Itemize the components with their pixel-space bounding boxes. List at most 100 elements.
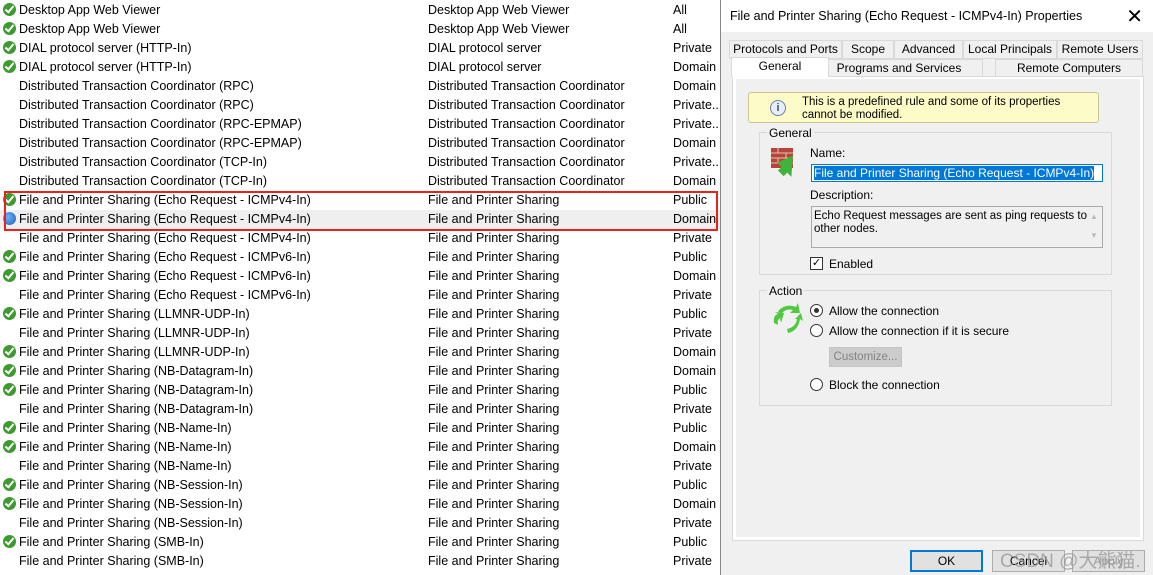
customize-button[interactable]: Customize... [829, 347, 902, 367]
rule-profile: Domain [673, 345, 717, 359]
enabled-check-icon [3, 421, 16, 434]
rule-profile: All [673, 22, 687, 36]
table-row[interactable]: Distributed Transaction Coordinator (RPC… [0, 115, 722, 134]
tab-local-principals[interactable]: Local Principals [963, 40, 1057, 59]
rule-name: Desktop App Web Viewer [19, 22, 161, 36]
tab-general[interactable]: General [731, 57, 829, 77]
rule-name: Distributed Transaction Coordinator (RPC… [19, 117, 302, 131]
enabled-check-icon [3, 269, 16, 282]
title-bar: File and Printer Sharing (Echo Request -… [721, 0, 1153, 32]
enabled-label[interactable]: Enabled [829, 257, 873, 271]
rule-name: File and Printer Sharing (SMB-In) [19, 535, 204, 549]
highlight-box [4, 191, 718, 231]
rule-group: Desktop App Web Viewer [428, 3, 570, 17]
table-row[interactable]: File and Printer Sharing (Echo Request -… [0, 267, 720, 286]
table-row[interactable]: DIAL protocol server (HTTP-In) DIAL proto… [0, 58, 720, 77]
rule-profile: Private [673, 231, 712, 245]
tab-advanced[interactable]: Advanced [894, 40, 963, 59]
table-row[interactable]: File and Printer Sharing (Echo Request -… [0, 248, 720, 267]
table-row[interactable]: File and Printer Sharing (NB-Session-In)… [0, 514, 720, 533]
table-row[interactable]: Distributed Transaction Coordinator (TCP… [0, 153, 723, 172]
general-group: General Name: File and Printer Sharing (… [759, 126, 1112, 275]
rule-group: File and Printer Sharing [428, 250, 560, 264]
table-row[interactable]: File and Printer Sharing (LLMNR-UDP-In) F… [0, 305, 720, 324]
table-row[interactable]: File and Printer Sharing (NB-Datagram-In… [0, 400, 720, 419]
rule-group: DIAL protocol server [428, 60, 542, 74]
enabled-checkbox[interactable]: ✓ [810, 257, 823, 270]
rule-profile: Domain [673, 364, 717, 378]
rule-group: Desktop App Web Viewer [428, 22, 570, 36]
description-field[interactable]: Echo Request messages are sent as ping r… [811, 206, 1103, 248]
rule-group: File and Printer Sharing [428, 478, 560, 492]
rule-profile: Private [673, 41, 712, 55]
rule-group: File and Printer Sharing [428, 307, 560, 321]
close-icon[interactable]: ✕ [1126, 4, 1143, 29]
action-arrows-icon [773, 303, 803, 333]
table-row[interactable]: File and Printer Sharing (NB-Datagram-In… [0, 381, 720, 400]
name-field[interactable]: File and Printer Sharing (Echo Request -… [811, 164, 1103, 182]
table-row[interactable]: Distributed Transaction Coordinator (TCP… [0, 172, 720, 191]
allow-radio[interactable] [810, 304, 823, 317]
table-row[interactable]: File and Printer Sharing (NB-Name-In) Fil… [0, 457, 720, 476]
watermark: CSDN @大熊猫. [1000, 551, 1141, 572]
rule-group: File and Printer Sharing [428, 288, 560, 302]
table-row[interactable]: File and Printer Sharing (NB-Session-In)… [0, 476, 720, 495]
table-row[interactable]: Desktop App Web Viewer Desktop App Web Vi… [0, 1, 720, 20]
rule-group: File and Printer Sharing [428, 402, 560, 416]
table-row[interactable]: Distributed Transaction Coordinator (RPC… [0, 77, 720, 96]
rule-name: File and Printer Sharing (NB-Datagram-In… [19, 364, 254, 378]
table-row[interactable]: File and Printer Sharing (NB-Name-In) Fil… [0, 419, 720, 438]
table-row[interactable]: File and Printer Sharing (LLMNR-UDP-In) F… [0, 343, 720, 362]
table-row[interactable]: File and Printer Sharing (NB-Session-In)… [0, 495, 720, 514]
description-scrollbar[interactable]: ▲ ▼ [1086, 207, 1102, 247]
rule-profile: Private [673, 326, 712, 340]
tab-remote-users[interactable]: Remote Users [1057, 40, 1143, 59]
action-legend: Action [767, 284, 805, 298]
rule-group: Distributed Transaction Coordinator [428, 155, 625, 169]
rule-name: File and Printer Sharing (SMB-In) [19, 554, 204, 568]
table-row[interactable]: Distributed Transaction Coordinator (RPC… [0, 134, 720, 153]
enabled-check-icon [3, 345, 16, 358]
rule-name: File and Printer Sharing (NB-Session-In) [19, 516, 243, 530]
rule-profile: Private... [673, 155, 723, 169]
block-radio[interactable] [810, 378, 823, 391]
firewall-rules-list: Desktop App Web Viewer Desktop App Web Vi… [0, 1, 723, 571]
table-row[interactable]: File and Printer Sharing (NB-Name-In) Fil… [0, 438, 720, 457]
enabled-check-icon [3, 440, 16, 453]
rule-group: Distributed Transaction Coordinator [428, 174, 625, 188]
table-row[interactable]: File and Printer Sharing (SMB-In) File an… [0, 533, 720, 552]
rule-group: Distributed Transaction Coordinator [428, 117, 625, 131]
rule-group: File and Printer Sharing [428, 440, 560, 454]
allow-secure-radio[interactable] [810, 324, 823, 337]
table-row[interactable]: File and Printer Sharing (SMB-In) File an… [0, 552, 720, 571]
table-row[interactable]: File and Printer Sharing (Echo Request -… [0, 286, 720, 305]
rule-name: File and Printer Sharing (NB-Datagram-In… [19, 402, 254, 416]
rule-name: File and Printer Sharing (NB-Session-In) [19, 478, 243, 492]
rule-group: Distributed Transaction Coordinator [428, 79, 625, 93]
table-row[interactable]: Distributed Transaction Coordinator (RPC… [0, 96, 722, 115]
rule-group: File and Printer Sharing [428, 326, 560, 340]
table-row[interactable]: File and Printer Sharing (LLMNR-UDP-In) F… [0, 324, 720, 343]
rule-group: File and Printer Sharing [428, 383, 560, 397]
tab-panel-general: i This is a predefined rule and some of … [732, 76, 1144, 541]
ok-button[interactable]: OK [910, 550, 983, 572]
rule-name: File and Printer Sharing (NB-Name-In) [19, 421, 232, 435]
block-label[interactable]: Block the connection [829, 378, 940, 392]
table-row[interactable]: File and Printer Sharing (Echo Request -… [0, 229, 720, 248]
info-text: This is a predefined rule and some of it… [802, 96, 1061, 121]
rule-name: File and Printer Sharing (Echo Request -… [19, 288, 311, 302]
enabled-check-icon [3, 478, 16, 491]
rule-name: File and Printer Sharing (NB-Name-In) [19, 459, 232, 473]
rule-name: Distributed Transaction Coordinator (RPC… [19, 136, 302, 150]
allow-label[interactable]: Allow the connection [829, 304, 939, 318]
rule-profile: Public [673, 421, 708, 435]
allow-secure-label[interactable]: Allow the connection if it is secure [829, 324, 1009, 338]
rule-profile: Public [673, 535, 708, 549]
table-row[interactable]: Desktop App Web Viewer Desktop App Web Vi… [0, 20, 720, 39]
rule-name: File and Printer Sharing (Echo Request -… [19, 250, 311, 264]
table-row[interactable]: File and Printer Sharing (NB-Datagram-In… [0, 362, 720, 381]
table-row[interactable]: DIAL protocol server (HTTP-In) DIAL proto… [0, 39, 720, 58]
tab-scope[interactable]: Scope [842, 40, 894, 59]
enabled-check-icon [3, 383, 16, 396]
rule-profile: Private [673, 516, 712, 530]
